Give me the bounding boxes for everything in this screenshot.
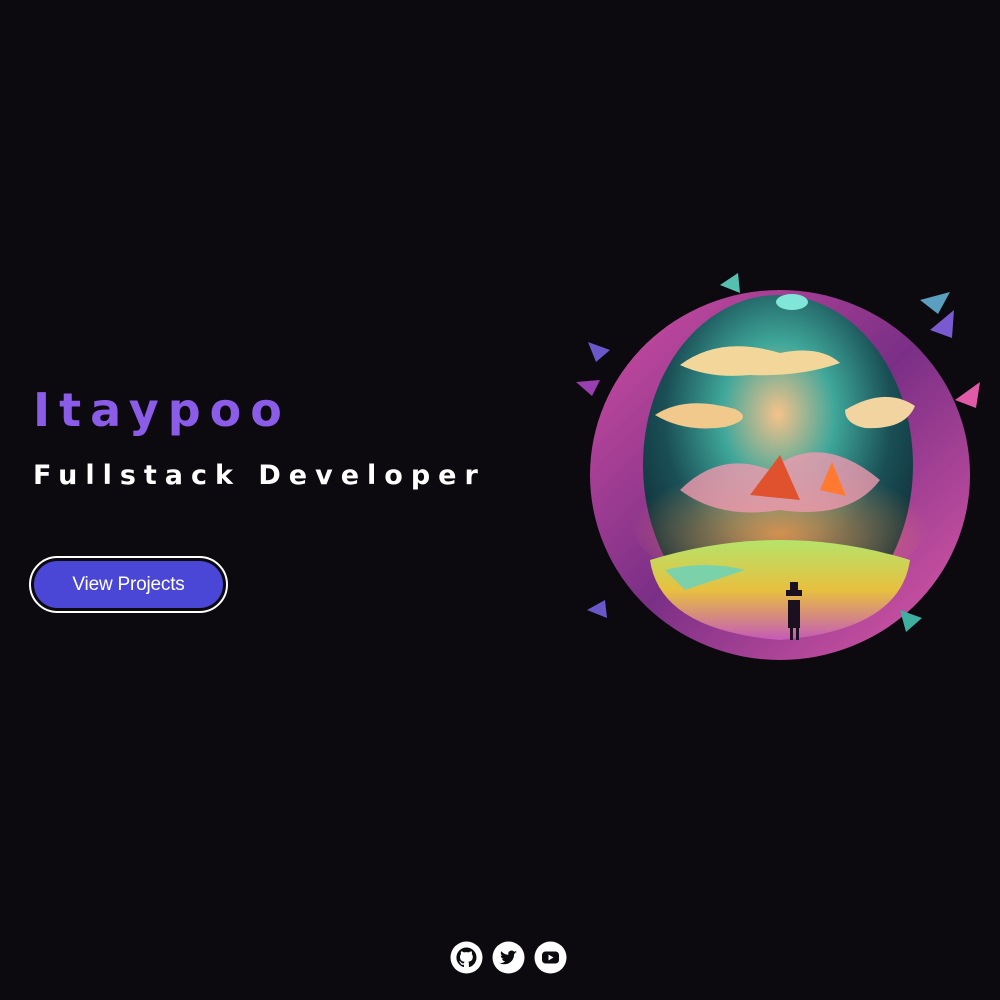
github-link[interactable] [450, 941, 483, 974]
github-icon [450, 941, 483, 974]
twitter-link[interactable] [492, 941, 525, 974]
youtube-link[interactable] [534, 941, 567, 974]
view-projects-button[interactable]: View Projects [29, 556, 228, 613]
hero-role: Fullstack Developer [33, 460, 486, 491]
page: Itaypoo Fullstack Developer View Project… [0, 0, 1000, 1000]
youtube-icon [534, 941, 567, 974]
hero-name: Itaypoo [33, 383, 291, 437]
social-links [450, 941, 568, 977]
hero-artwork [570, 270, 990, 670]
twitter-icon [492, 941, 525, 974]
view-projects-label: View Projects [34, 561, 223, 608]
